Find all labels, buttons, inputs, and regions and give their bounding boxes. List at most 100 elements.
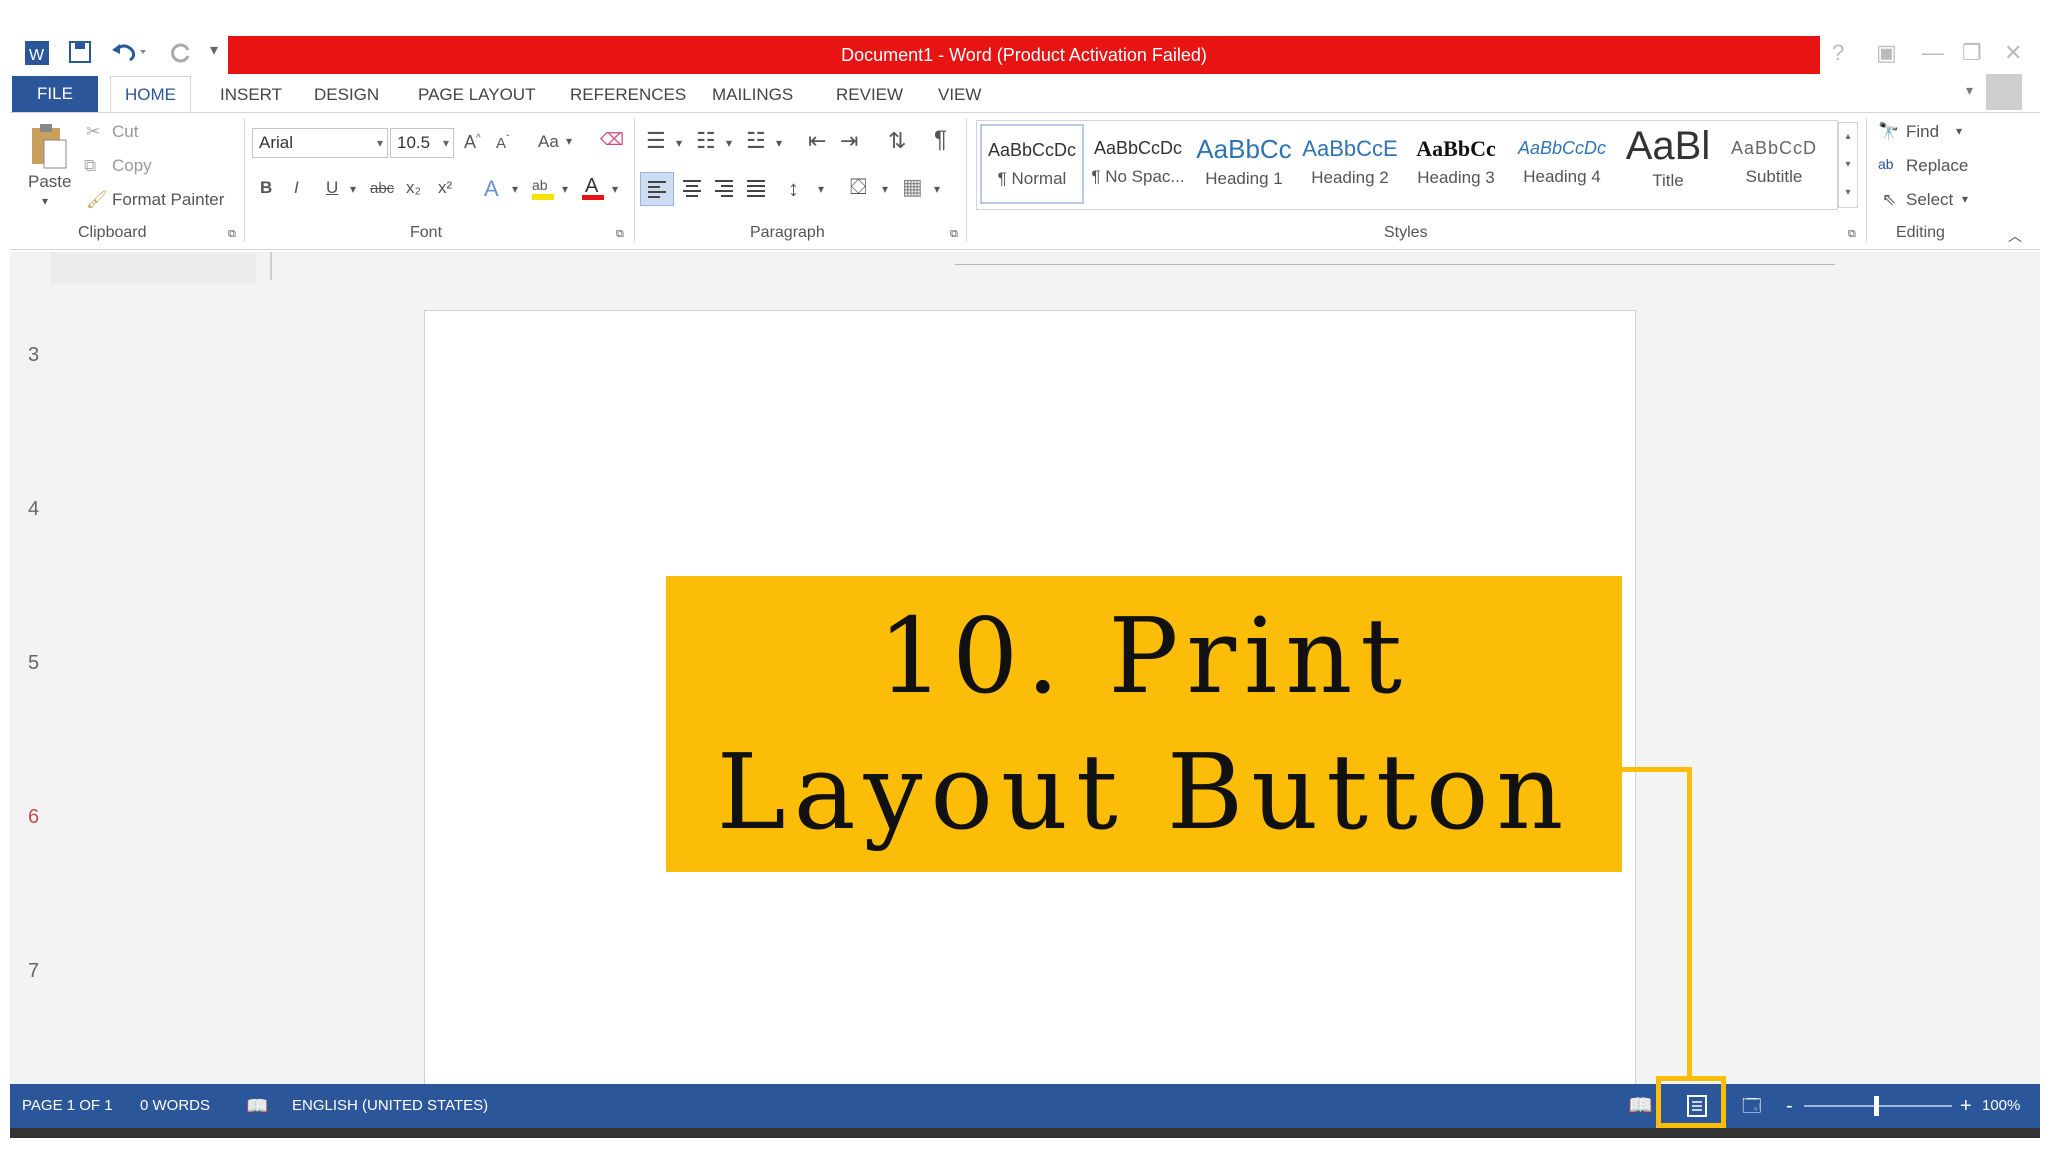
account-dropdown-icon[interactable]: ▾ <box>1966 82 1973 99</box>
proofing-icon[interactable]: 📖 <box>246 1084 268 1128</box>
tab-home[interactable]: HOME <box>110 76 191 114</box>
redo-icon[interactable] <box>170 40 194 71</box>
shading-icon[interactable]: ⛋ <box>850 174 867 200</box>
multilevel-dropdown-icon[interactable]: ▾ <box>776 136 782 150</box>
restore-icon[interactable]: ❐ <box>1962 40 1982 66</box>
italic-button[interactable]: I <box>294 178 299 198</box>
tab-design[interactable]: DESIGN <box>300 78 393 112</box>
paragraph-launcher-icon[interactable]: ⧉ <box>950 228 958 241</box>
page-count[interactable]: PAGE 1 OF 1 <box>22 1084 113 1128</box>
style-no-spacing[interactable]: AaBbCcDc ¶ No Spac... <box>1086 124 1190 204</box>
align-center-icon[interactable] <box>676 172 708 209</box>
style-heading-3[interactable]: AaBbCc Heading 3 <box>1404 124 1508 204</box>
show-marks-button[interactable]: ¶ <box>934 126 947 154</box>
zoom-in-button[interactable]: + <box>1960 1084 1972 1128</box>
word-count[interactable]: 0 WORDS <box>140 1084 210 1128</box>
navigation-thumbnail <box>50 252 256 284</box>
close-icon[interactable]: ✕ <box>2004 40 2022 66</box>
paste-icon[interactable] <box>28 122 70 175</box>
superscript-button[interactable]: x² <box>438 178 452 198</box>
customize-icon[interactable]: ▾ <box>210 40 218 60</box>
tab-file[interactable]: FILE <box>12 76 98 112</box>
tab-references[interactable]: REFERENCES <box>556 78 700 112</box>
align-left-button[interactable] <box>640 172 674 206</box>
font-launcher-icon[interactable]: ⧉ <box>616 228 624 241</box>
replace-button[interactable]: Replace <box>1906 156 1968 176</box>
tab-review[interactable]: REVIEW <box>822 78 917 112</box>
ribbon-display-icon[interactable]: ▣ <box>1876 40 1897 66</box>
tab-view[interactable]: VIEW <box>924 78 995 112</box>
save-icon[interactable] <box>68 40 92 71</box>
line-spacing-icon[interactable]: ↕ <box>788 176 799 202</box>
styles-launcher-icon[interactable]: ⧉ <box>1848 228 1856 241</box>
font-size-select[interactable]: 10.5 ▾ <box>390 128 454 158</box>
bold-button[interactable]: B <box>260 178 272 198</box>
find-button[interactable]: Find <box>1906 122 1939 142</box>
style-heading-2[interactable]: AaBbCcE Heading 2 <box>1298 124 1402 204</box>
font-family-select[interactable]: Arial ▾ <box>252 128 388 158</box>
language[interactable]: ENGLISH (UNITED STATES) <box>292 1084 488 1128</box>
sort-icon[interactable]: ⇅ <box>888 128 906 154</box>
bullets-dropdown-icon[interactable]: ▾ <box>676 136 682 150</box>
decrease-indent-icon[interactable]: ⇤ <box>808 128 826 154</box>
highlight-icon[interactable]: ab <box>530 174 556 207</box>
font-color-icon[interactable]: A <box>580 174 606 207</box>
change-case-dropdown-icon[interactable]: ▾ <box>566 134 572 148</box>
select-button[interactable]: Select <box>1906 190 1953 210</box>
underline-dropdown-icon[interactable]: ▾ <box>350 182 356 196</box>
style-name: Title <box>1652 171 1684 190</box>
borders-dropdown-icon[interactable]: ▾ <box>934 182 940 196</box>
shrink-font-icon[interactable]: Aˇ <box>496 134 509 152</box>
align-right-icon[interactable] <box>708 172 740 209</box>
subscript-button[interactable]: x₂ <box>406 178 421 198</box>
tab-mailings[interactable]: MAILINGS <box>698 78 807 112</box>
line-spacing-dropdown-icon[interactable]: ▾ <box>818 182 824 196</box>
multilevel-list-icon[interactable]: ☳ <box>746 128 766 154</box>
style-title[interactable]: AaBl Title <box>1616 124 1720 204</box>
text-effects-icon[interactable]: A <box>484 176 499 202</box>
highlight-dropdown-icon[interactable]: ▾ <box>562 182 568 196</box>
numbering-dropdown-icon[interactable]: ▾ <box>726 136 732 150</box>
zoom-slider-thumb[interactable] <box>1874 1096 1879 1116</box>
find-dropdown-icon[interactable]: ▾ <box>1956 124 1962 138</box>
font-size-value: 10.5 <box>397 133 431 152</box>
style-subtitle[interactable]: AaBbCcD Subtitle <box>1722 124 1826 204</box>
clear-formatting-icon[interactable]: ⌫ <box>600 130 624 150</box>
style-heading-4[interactable]: AaBbCcDc Heading 4 <box>1510 124 1614 204</box>
paste-button[interactable]: Paste <box>28 172 71 192</box>
strikethrough-button[interactable]: abc <box>370 180 394 197</box>
style-heading-1[interactable]: AaBbCc Heading 1 <box>1192 124 1296 204</box>
tab-page-layout[interactable]: PAGE LAYOUT <box>404 78 549 112</box>
read-mode-icon[interactable]: 📖 <box>1628 1084 1653 1128</box>
format-painter-button[interactable]: Format Painter <box>112 190 224 210</box>
tab-insert[interactable]: INSERT <box>206 78 296 112</box>
help-icon[interactable]: ? <box>1832 40 1844 66</box>
paste-dropdown-icon[interactable]: ▾ <box>42 194 48 208</box>
increase-indent-icon[interactable]: ⇥ <box>840 128 858 154</box>
change-case-button[interactable]: Aa <box>538 132 559 152</box>
minimize-icon[interactable]: — <box>1922 40 1944 66</box>
cut-button[interactable]: Cut <box>112 122 138 142</box>
justify-icon[interactable] <box>740 172 772 209</box>
clipboard-launcher-icon[interactable]: ⧉ <box>228 228 236 241</box>
numbering-icon[interactable]: ☷ <box>696 128 716 154</box>
divider <box>634 118 635 242</box>
select-dropdown-icon[interactable]: ▾ <box>1962 192 1968 206</box>
font-color-dropdown-icon[interactable]: ▾ <box>612 182 618 196</box>
zoom-out-button[interactable]: - <box>1786 1084 1793 1128</box>
word-logo-icon[interactable]: W <box>24 40 50 73</box>
shading-dropdown-icon[interactable]: ▾ <box>882 182 888 196</box>
grow-font-icon[interactable]: A^ <box>464 132 481 153</box>
styles-scroll[interactable]: ▴ ▾ ▾ <box>1838 122 1858 208</box>
avatar[interactable] <box>1986 74 2022 110</box>
bullets-icon[interactable]: ☰ <box>646 128 666 154</box>
style-normal[interactable]: AaBbCcDc ¶ Normal <box>980 124 1084 204</box>
copy-button[interactable]: Copy <box>112 156 152 176</box>
borders-icon[interactable]: ▦ <box>902 174 923 200</box>
undo-icon[interactable] <box>110 40 146 71</box>
text-effects-dropdown-icon[interactable]: ▾ <box>512 182 518 196</box>
zoom-level[interactable]: 100% <box>1982 1084 2020 1128</box>
web-layout-icon[interactable]: 🗔 <box>1742 1084 1762 1128</box>
underline-button[interactable]: U <box>326 178 338 198</box>
collapse-ribbon-icon[interactable]: ︿ <box>2008 226 2022 246</box>
